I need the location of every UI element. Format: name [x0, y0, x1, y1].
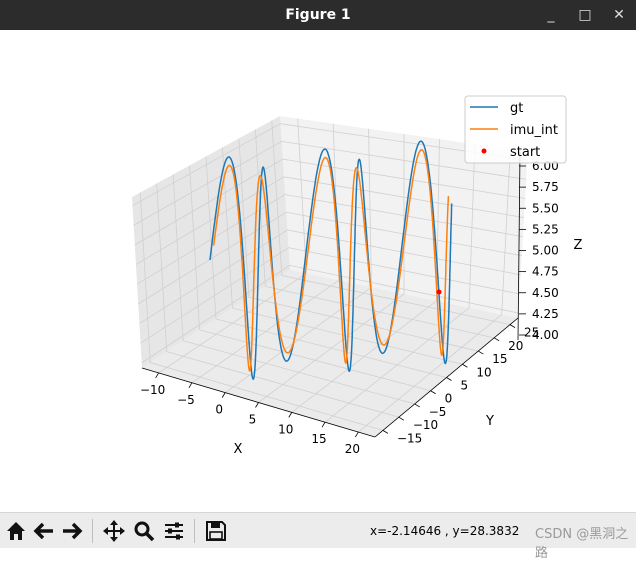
zoom-button[interactable]	[131, 518, 157, 544]
z-tick-label: 5.00	[532, 244, 559, 258]
forward-arrow-icon	[63, 522, 83, 540]
z-tick-label: 4.50	[532, 286, 559, 300]
watermark: CSDN @黑洞之路	[535, 527, 629, 561]
save-icon	[206, 521, 226, 541]
x-tick-mark	[321, 422, 326, 428]
x-tick-mark	[288, 412, 293, 418]
y-tick-mark	[509, 324, 516, 328]
z-tick-label: 4.00	[532, 328, 559, 342]
subplots-icon	[165, 522, 183, 540]
x-tick-mark	[355, 431, 359, 438]
x-tick-label: 0	[215, 403, 223, 417]
y-tick-label: 5	[461, 379, 469, 393]
toolbar-separator	[92, 519, 93, 543]
x-tick-label: 5	[249, 413, 257, 427]
legend-marker-start	[481, 148, 487, 154]
legend-label-gt: gt	[510, 101, 523, 116]
y-tick-mark	[493, 337, 500, 342]
x-tick-mark	[155, 372, 159, 379]
zoom-icon	[134, 521, 155, 542]
pan-icon	[103, 520, 125, 542]
z-tick-label: 5.25	[532, 222, 559, 236]
legend-label-start: start	[510, 145, 540, 160]
y-tick-mark	[430, 390, 436, 395]
home-button[interactable]	[3, 518, 29, 544]
y-tick-mark	[478, 350, 484, 355]
y-tick-label: 0	[445, 392, 453, 406]
z-axis-label: Z	[574, 238, 583, 253]
pan-button[interactable]	[101, 518, 127, 544]
save-button[interactable]	[203, 518, 229, 544]
y-tick-mark	[414, 403, 420, 408]
y-tick-label: 10	[476, 365, 491, 379]
maximize-button[interactable]: □	[570, 0, 600, 30]
y-tick-mark	[446, 377, 452, 381]
back-arrow-icon	[33, 522, 53, 540]
y-tick-label: −10	[413, 418, 438, 432]
3d-plot: −10−505101520−15−10−505101520254.004.254…	[132, 95, 583, 457]
x-tick-mark	[188, 382, 193, 388]
x-tick-label: 10	[278, 422, 293, 436]
back-button[interactable]	[31, 518, 57, 544]
cursor-coordinates: x=-2.14646 , y=28.3832	[370, 524, 520, 538]
x-tick-label: 15	[311, 432, 326, 446]
z-tick-label: 5.50	[532, 201, 559, 215]
z-tick-label: 4.75	[532, 265, 559, 279]
legend: gt imu_int start	[464, 95, 567, 164]
y-tick-label: −5	[429, 405, 447, 419]
x-tick-label: −5	[177, 393, 195, 407]
title-bar: Figure 1 _ □ ✕	[0, 0, 636, 30]
y-tick-mark	[398, 416, 405, 421]
y-tick-label: 20	[508, 339, 523, 353]
y-tick-mark	[382, 430, 389, 434]
close-button[interactable]: ✕	[604, 0, 634, 30]
start-marker	[436, 289, 442, 295]
home-icon	[7, 522, 25, 540]
legend-label-imu: imu_int	[510, 123, 558, 138]
toolbar: x=-2.14646 , y=28.3832 CSDN @黑洞之路	[0, 512, 636, 561]
subplots-button[interactable]	[161, 518, 187, 544]
y-tick-label: −15	[397, 431, 422, 445]
y-axis-label: Y	[485, 414, 494, 429]
y-tick-label: 15	[492, 352, 507, 366]
x-tick-label: 20	[345, 442, 360, 456]
x-axis-label: X	[234, 442, 243, 457]
minimize-button[interactable]: _	[536, 0, 566, 30]
x-tick-mark	[221, 392, 226, 398]
z-tick-label: 5.75	[532, 180, 559, 194]
toolbar-separator	[194, 519, 195, 543]
z-tick-label: 4.25	[532, 307, 559, 321]
forward-button[interactable]	[59, 518, 85, 544]
x-tick-label: −10	[140, 383, 165, 397]
x-tick-mark	[255, 402, 259, 408]
plot-canvas[interactable]: −10 −5 0 5 10 15 20 −15 −10 −5 0 5 10 15 20 25 4.00 4.25 4…	[0, 30, 636, 512]
y-tick-mark	[462, 363, 468, 368]
